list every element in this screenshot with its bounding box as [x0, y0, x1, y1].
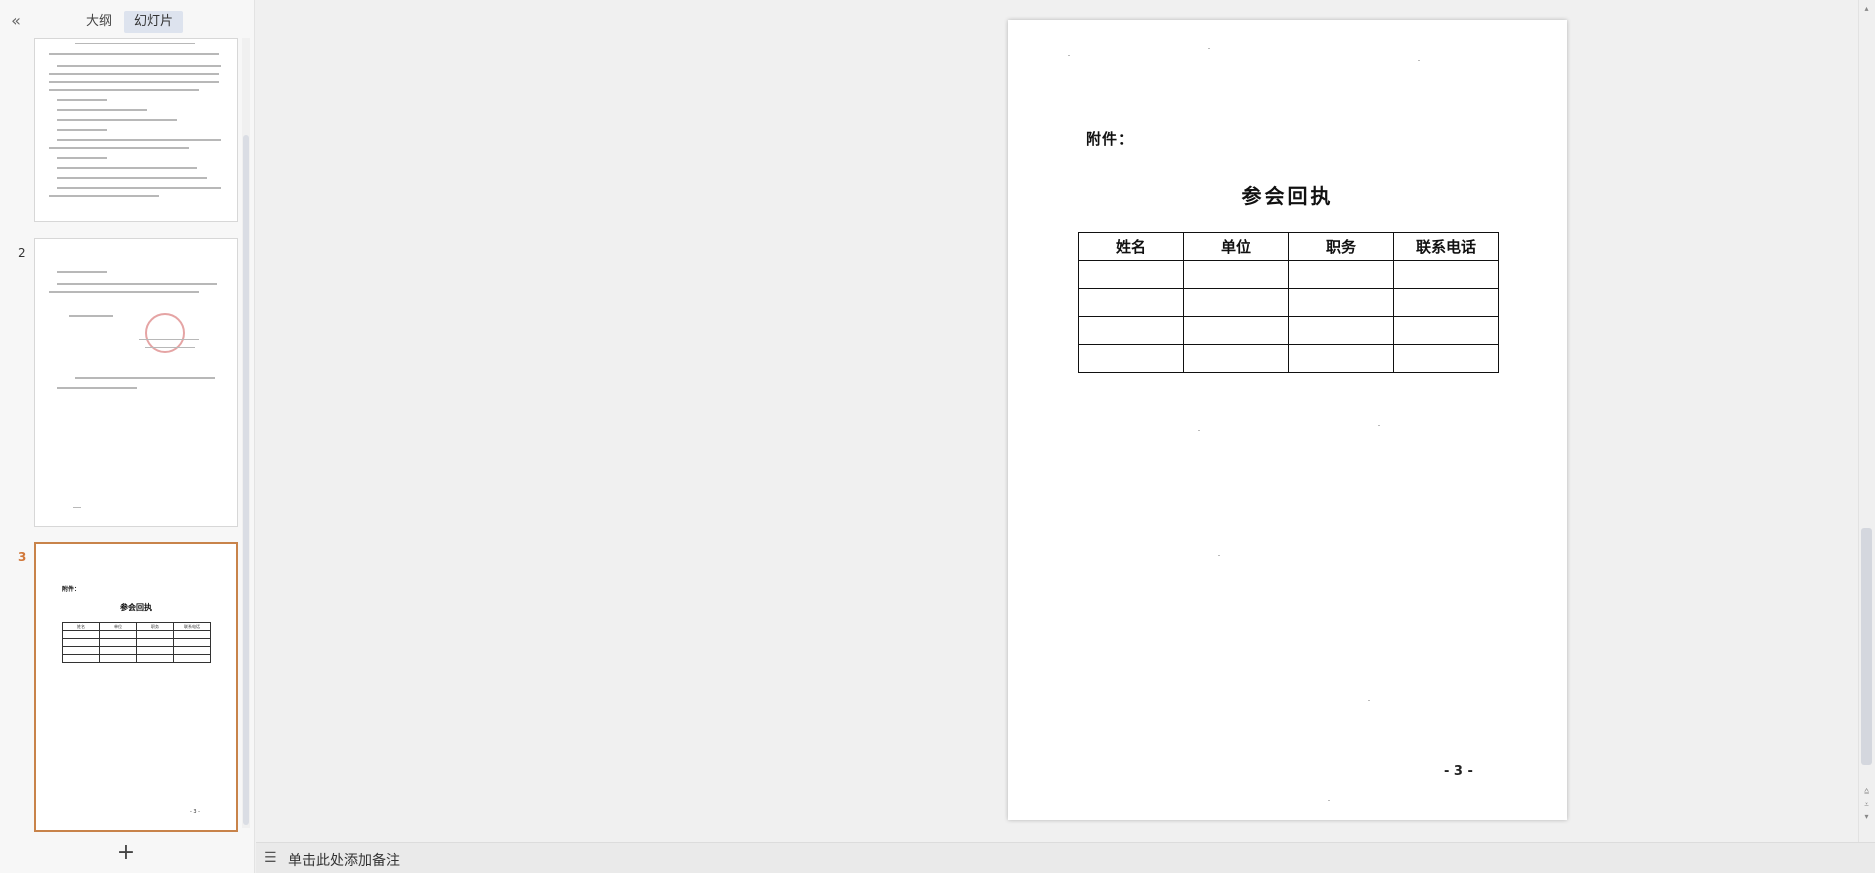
slide-thumbnail-1[interactable] — [34, 38, 238, 222]
scroll-up-icon[interactable]: ▴ — [1861, 4, 1872, 14]
slide-title: 参会回执 — [1241, 184, 1334, 208]
notes-bar[interactable]: ☰ 单击此处添加备注 — [256, 842, 1875, 873]
tab-slides[interactable]: 幻灯片 — [124, 11, 184, 33]
thumb-table-header: 联系电话 — [173, 622, 211, 631]
previous-slide-icon[interactable]: ⩠ — [1861, 786, 1872, 796]
table-cell — [1078, 260, 1184, 289]
page-number: - 3 - — [1444, 764, 1473, 779]
table-row — [1078, 344, 1499, 373]
thumbnail-scrollbar-thumb[interactable] — [243, 135, 249, 825]
table-header-name: 姓名 — [1078, 232, 1184, 261]
table-row — [1078, 316, 1499, 345]
scan-speck — [1068, 55, 1070, 56]
table-cell — [1078, 344, 1184, 373]
table-header-unit: 单位 — [1183, 232, 1289, 261]
table-header-row: 姓名 单位 职务 联系电话 — [1078, 232, 1499, 261]
thumb-table-header: 单位 — [99, 622, 137, 631]
table-row — [1078, 288, 1499, 317]
table-cell — [1288, 344, 1394, 373]
table-cell — [1183, 344, 1289, 373]
notes-input[interactable]: 单击此处添加备注 — [288, 850, 400, 870]
table-cell — [1078, 316, 1184, 345]
thumb-title: 参会回执 — [120, 603, 152, 612]
slide-number-3: 3 — [18, 550, 27, 564]
table-header-position: 职务 — [1288, 232, 1394, 261]
next-slide-icon[interactable]: ⩡ — [1861, 800, 1872, 810]
scan-speck — [1198, 430, 1200, 431]
table-cell — [1183, 316, 1289, 345]
attachment-label: 附件： — [1086, 130, 1135, 148]
table-cell — [1078, 288, 1184, 317]
notes-icon: ☰ — [264, 850, 277, 866]
scan-speck — [1368, 700, 1370, 701]
scan-speck — [1418, 60, 1420, 61]
slide-thumbnail-2[interactable] — [34, 238, 238, 527]
canvas-scrollbar-thumb[interactable] — [1861, 528, 1872, 765]
thumb-attachment-label: 附件： — [62, 586, 81, 593]
slides-panel: « 大纲 幻灯片 2 3 附件： 参会回执 姓名 单位 职务 联系电话 - 3 … — [0, 0, 255, 873]
table-cell — [1288, 288, 1394, 317]
thumb-table-header: 姓名 — [62, 622, 100, 631]
scan-speck — [1208, 48, 1210, 49]
thumb-table: 姓名 单位 职务 联系电话 — [62, 622, 211, 663]
table-cell — [1183, 260, 1289, 289]
table-row — [1078, 260, 1499, 289]
slide-page[interactable]: 附件： 参会回执 姓名 单位 职务 联系电话 - 3 - — [1008, 20, 1567, 820]
thumb-table-header: 职务 — [136, 622, 174, 631]
table-cell — [1393, 288, 1499, 317]
table-cell — [1393, 260, 1499, 289]
slide-canvas[interactable]: 附件： 参会回执 姓名 单位 职务 联系电话 - 3 - — [256, 0, 1858, 842]
slide-thumbnail-3-selected[interactable]: 附件： 参会回执 姓名 单位 职务 联系电话 - 3 - — [34, 542, 238, 832]
scan-speck — [1378, 425, 1380, 426]
table-cell — [1393, 344, 1499, 373]
receipt-table: 姓名 单位 职务 联系电话 — [1078, 232, 1499, 373]
table-cell — [1183, 288, 1289, 317]
thumb-page-number: - 3 - — [190, 809, 200, 815]
table-header-phone: 联系电话 — [1393, 232, 1499, 261]
tab-outline[interactable]: 大纲 — [76, 11, 122, 33]
collapse-panel-icon[interactable]: « — [6, 10, 26, 32]
table-cell — [1288, 260, 1394, 289]
scan-speck — [1328, 800, 1330, 801]
add-slide-icon[interactable]: + — [116, 842, 136, 864]
scroll-down-icon[interactable]: ▾ — [1861, 812, 1872, 822]
table-cell — [1288, 316, 1394, 345]
table-cell — [1393, 316, 1499, 345]
slide-number-2: 2 — [18, 246, 26, 260]
scan-speck — [1218, 555, 1220, 556]
